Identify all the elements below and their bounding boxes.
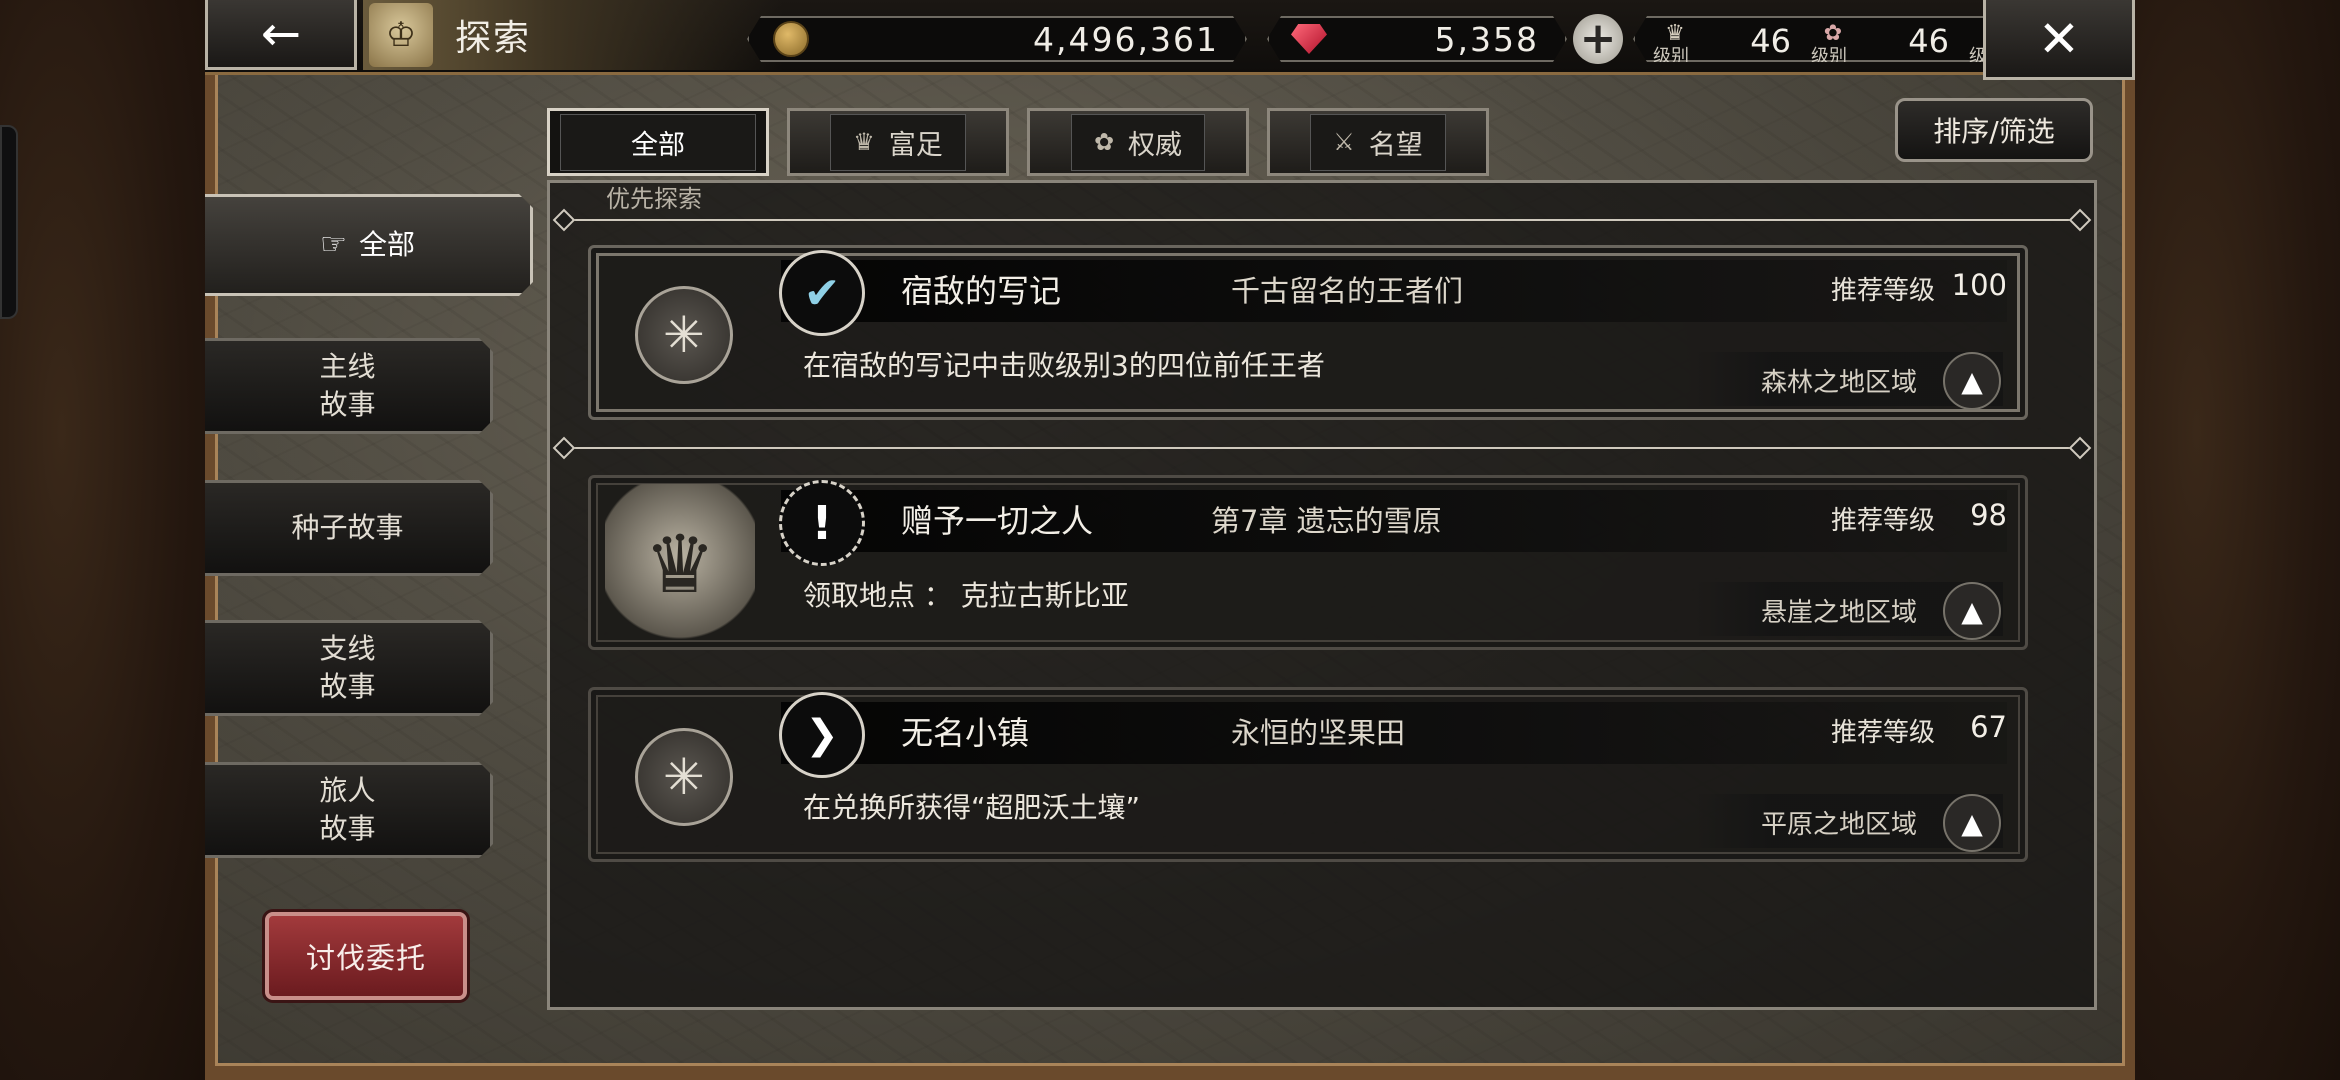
level-label: 级别	[1653, 46, 1689, 67]
recommended-level-label: 推荐等级	[1830, 276, 1935, 306]
menu-item-label: 全部	[358, 228, 415, 261]
quest-name: 无名小镇	[901, 714, 1030, 752]
quest-list-panel: 优先探索 ✳ ✔ 宿敌的写记 千古留名的王者们 推荐等级 100 在宿敌的写记中…	[547, 180, 2097, 1010]
subjugation-commission-button[interactable]: 讨伐委托	[265, 912, 467, 1000]
level-value: 46	[1908, 22, 1949, 60]
quest-card[interactable]: ✳ ❯ 无名小镇 永恒的坚果田 推荐等级 67 在兑换所获得“超肥沃土壤” 平原…	[588, 687, 2028, 862]
compass-star-icon: ✳	[635, 728, 733, 826]
sort-filter-button[interactable]: 排序/筛选	[1895, 98, 2093, 162]
exploration-emblem-icon: ♔	[369, 3, 433, 67]
section-label: 优先探索	[606, 185, 702, 213]
region-map-icon: ▲	[1943, 794, 2001, 852]
fame-crest-icon: ⚔	[1333, 128, 1355, 156]
left-background-strip	[0, 0, 205, 1080]
menu-item-main-story[interactable]: 主线 故事	[205, 338, 493, 434]
menu-item-label: 旅人 故事	[319, 774, 376, 845]
pointing-hand-icon: ☞	[320, 227, 347, 262]
region-label: 悬崖之地区域	[1760, 598, 1917, 628]
quest-description: 在宿敌的写记中击败级别3的四位前任王者	[803, 349, 1325, 382]
right-background-strip	[2135, 0, 2340, 1080]
menu-item-side-story[interactable]: 支线 故事	[205, 620, 493, 716]
level-label: 级别	[1811, 46, 1847, 67]
chevron-right-icon: ❯	[779, 692, 865, 778]
tab-label: 名望	[1368, 129, 1423, 161]
tab-authority[interactable]: ✿ 权威	[1027, 108, 1249, 176]
wealth-level: ♛ 级别 46	[1647, 18, 1797, 64]
recommended-level-label: 推荐等级	[1830, 506, 1935, 536]
menu-item-traveler-story[interactable]: 旅人 故事	[205, 762, 493, 858]
title-area: ♔ 探索	[363, 0, 783, 70]
quest-region: 平原之地区域 ▲	[1695, 794, 2003, 852]
quest-description: 在兑换所获得“超肥沃土壤”	[803, 791, 1141, 824]
region-map-icon: ▲	[1943, 582, 2001, 640]
gem-counter: 5,358	[1267, 16, 1567, 62]
recommended-level-value: 67	[1970, 710, 2007, 744]
section-divider-bottom	[570, 447, 2074, 449]
quest-subtitle: 千古留名的王者们	[1231, 274, 1464, 308]
quest-region: 悬崖之地区域 ▲	[1695, 582, 2003, 640]
completed-check-icon: ✔	[779, 250, 865, 336]
tab-all[interactable]: 全部	[547, 108, 769, 176]
region-map-icon: ▲	[1943, 352, 2001, 410]
tab-wealth[interactable]: ♛ 富足	[787, 108, 1009, 176]
region-label: 平原之地区域	[1760, 810, 1917, 840]
menu-item-label: 主线 故事	[319, 350, 376, 421]
authority-level: ✿ 级别 46	[1805, 18, 1955, 64]
quest-region: 森林之地区域 ▲	[1695, 352, 2003, 410]
plus-icon: +	[1579, 13, 1617, 64]
tab-label: 全部	[631, 129, 685, 161]
phone-edge	[0, 125, 18, 319]
quest-subtitle: 永恒的坚果田	[1231, 716, 1406, 750]
quest-subtitle: 第7章 遗忘的雪原	[1211, 504, 1442, 538]
section-divider-top	[570, 219, 2074, 221]
page-title: 探索	[455, 18, 532, 59]
level-value: 46	[1750, 22, 1791, 60]
tab-label: 富足	[888, 129, 943, 161]
menu-item-all[interactable]: ☞ 全部	[205, 194, 533, 296]
quest-card[interactable]: ♛ ! 赠予一切之人 第7章 遗忘的雪原 推荐等级 98 领取地点 ： 克拉古斯…	[588, 475, 2028, 650]
gem-value: 5,358	[1434, 19, 1539, 59]
back-button[interactable]: ←	[205, 0, 357, 70]
recommended-level-value: 100	[1951, 268, 2007, 302]
top-bar: ← ♔ 探索 4,496,361 5,358 + ♛ 级别 46 ✿ 级别 46…	[205, 0, 2135, 80]
wealth-crest-icon: ♛	[853, 128, 875, 156]
region-label: 森林之地区域	[1760, 368, 1917, 398]
quest-card[interactable]: ✳ ✔ 宿敌的写记 千古留名的王者们 推荐等级 100 在宿敌的写记中击败级别3…	[588, 245, 2028, 420]
quest-name: 赠予一切之人	[901, 502, 1094, 540]
gold-counter: 4,496,361	[747, 16, 1247, 62]
menu-item-label: 支线 故事	[319, 632, 376, 703]
recommended-level-value: 98	[1970, 498, 2007, 532]
quest-name: 宿敌的写记	[901, 272, 1062, 310]
quest-description: 领取地点 ： 克拉古斯比亚	[803, 579, 1129, 612]
add-gems-button[interactable]: +	[1573, 14, 1623, 64]
authority-crest-icon: ✿	[1093, 128, 1115, 156]
menu-item-seed-story[interactable]: 种子故事	[205, 480, 493, 576]
exploration-screen: ← ♔ 探索 4,496,361 5,358 + ♛ 级别 46 ✿ 级别 46…	[205, 0, 2135, 1080]
tab-fame[interactable]: ⚔ 名望	[1267, 108, 1489, 176]
coin-icon	[773, 21, 809, 57]
compass-star-icon: ✳	[635, 286, 733, 384]
close-button[interactable]: ✕	[1983, 0, 2135, 80]
close-icon: ✕	[2038, 9, 2080, 68]
back-arrow-icon: ←	[260, 5, 302, 62]
gem-icon	[1291, 24, 1327, 54]
menu-item-label: 种子故事	[291, 511, 404, 544]
tab-label: 权威	[1128, 129, 1183, 161]
recommended-level-label: 推荐等级	[1830, 718, 1935, 748]
gold-value: 4,496,361	[1033, 19, 1219, 59]
exclamation-icon: !	[779, 480, 865, 566]
royal-crest-icon: ♛	[605, 484, 755, 644]
